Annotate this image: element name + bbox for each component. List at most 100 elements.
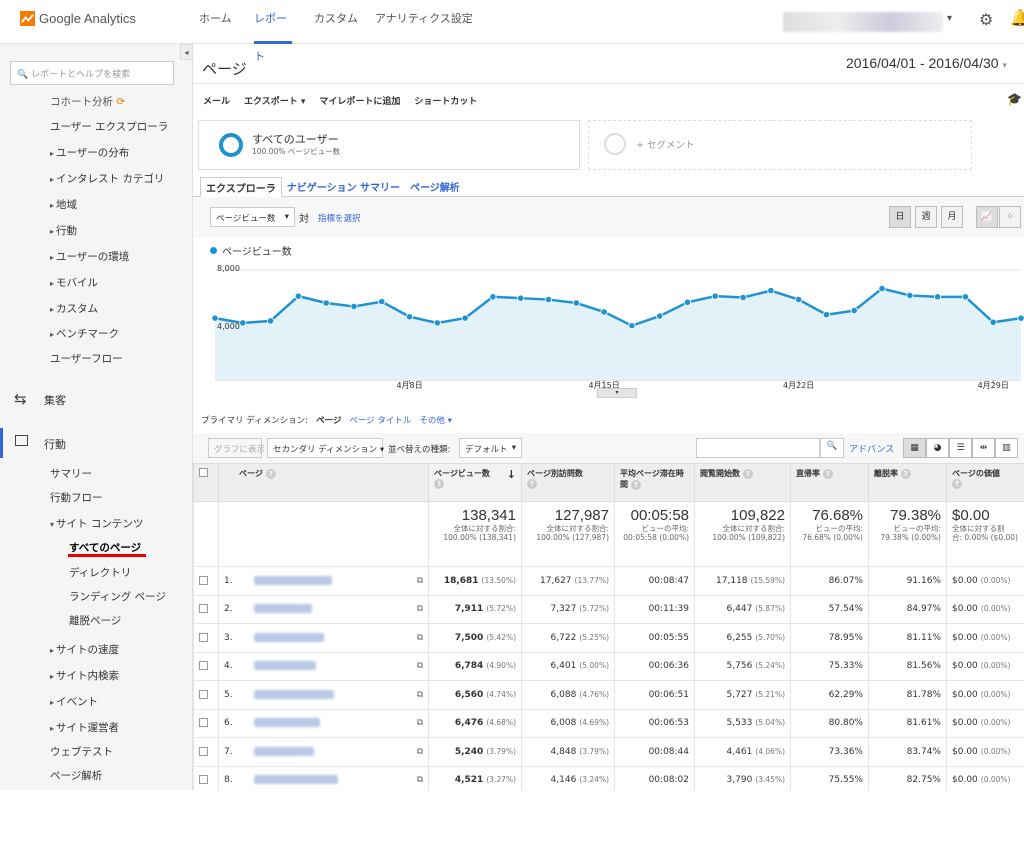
checkbox[interactable] bbox=[199, 775, 208, 785]
row-checkbox-cell[interactable] bbox=[193, 623, 219, 653]
row-checkbox-cell[interactable] bbox=[193, 594, 219, 624]
search-icon[interactable]: 🔍 bbox=[820, 438, 844, 458]
checkbox[interactable] bbox=[199, 689, 208, 699]
shortcut-button[interactable]: ショートカット bbox=[414, 94, 477, 107]
sidebar-item-events[interactable]: イベント bbox=[50, 694, 98, 709]
nav-home[interactable]: ホーム bbox=[199, 0, 232, 44]
account-selector[interactable] bbox=[783, 12, 943, 32]
open-link-icon[interactable]: ⧉ bbox=[417, 690, 423, 700]
open-link-icon[interactable]: ⧉ bbox=[417, 747, 423, 757]
table-view-icon[interactable]: ▦ bbox=[903, 438, 926, 458]
export-button[interactable]: エクスポート ▾ bbox=[244, 94, 305, 107]
gear-icon[interactable]: ⚙ bbox=[979, 10, 993, 29]
sidebar-item-cohort[interactable]: コホート分析 ⟳ bbox=[50, 94, 125, 109]
sidebar-item-technology[interactable]: ユーザーの環境 bbox=[50, 249, 129, 264]
page-cell[interactable]: 2. ⧉ bbox=[218, 594, 429, 624]
sidebar-item-site-speed[interactable]: サイトの速度 bbox=[50, 642, 119, 657]
sidebar-item-site-search[interactable]: サイト内検索 bbox=[50, 668, 119, 683]
blurred-page-path[interactable] bbox=[254, 604, 312, 614]
tab-page-analytics[interactable]: ページ解析 bbox=[405, 177, 465, 197]
table-row[interactable]: 6. ⧉ 6,476 (4.68%) 6,008 (4.69%) 00:06:53 5,533… bbox=[193, 708, 1024, 738]
dimension-page-title[interactable]: ページ タイトル bbox=[349, 414, 411, 426]
row-checkbox-cell[interactable] bbox=[193, 680, 219, 710]
email-button[interactable]: メール bbox=[203, 94, 230, 107]
page-cell[interactable]: 4. ⧉ bbox=[218, 651, 429, 681]
tab-explorer[interactable]: エクスプローラ bbox=[200, 177, 282, 197]
open-link-icon[interactable]: ⧉ bbox=[417, 661, 423, 671]
blurred-page-path[interactable] bbox=[254, 661, 316, 671]
month-button[interactable]: 月 bbox=[941, 206, 963, 228]
page-cell[interactable]: 6. ⧉ bbox=[218, 708, 429, 738]
day-button[interactable]: 日 bbox=[889, 206, 911, 228]
nav-reports[interactable]: レポート bbox=[254, 0, 292, 63]
bar-view-icon[interactable]: ☰ bbox=[949, 438, 972, 458]
table-row[interactable]: 3. ⧉ 7,500 (5.42%) 6,722 (5.25%) 00:05:55 6,255… bbox=[193, 623, 1024, 653]
col-header-page-value[interactable]: ページの価値? bbox=[946, 463, 1024, 502]
motion-chart-icon[interactable]: ⁘ bbox=[999, 206, 1021, 228]
dimension-other[interactable]: その他 ▾ bbox=[419, 414, 451, 426]
sidebar-item-directory[interactable]: ディレクトリ bbox=[69, 565, 131, 580]
open-link-icon[interactable]: ⧉ bbox=[417, 633, 423, 643]
col-header-exit-rate[interactable]: 離脱率 ? bbox=[868, 463, 947, 502]
sidebar-item-site-content[interactable]: サイト コンテンツ bbox=[50, 516, 143, 531]
checkbox[interactable] bbox=[199, 604, 208, 614]
select-all-header[interactable] bbox=[193, 463, 219, 502]
checkbox[interactable] bbox=[199, 746, 208, 756]
sidebar-item-user-explorer[interactable]: ユーザー エクスプローラ bbox=[50, 119, 168, 134]
sidebar-section-behavior[interactable]: 行動 bbox=[44, 436, 66, 452]
col-header-page[interactable]: ページ ? bbox=[218, 463, 429, 502]
line-chart-icon[interactable]: 📈 bbox=[976, 206, 998, 228]
collapse-sidebar-icon[interactable]: ◂ bbox=[180, 44, 193, 60]
page-cell[interactable]: 5. ⧉ bbox=[218, 680, 429, 710]
graduation-cap-icon[interactable]: 🎓 bbox=[1007, 92, 1022, 106]
page-cell[interactable]: 3. ⧉ bbox=[218, 623, 429, 653]
sidebar-item-custom[interactable]: カスタム bbox=[50, 301, 98, 316]
sidebar-item-geo[interactable]: 地域 bbox=[50, 197, 77, 212]
sidebar-item-exit-pages[interactable]: 離脱ページ bbox=[69, 613, 121, 628]
page-cell[interactable]: 1. ⧉ bbox=[218, 566, 429, 596]
row-checkbox-cell[interactable] bbox=[193, 566, 219, 596]
sidebar-item-users-flow[interactable]: ユーザーフロー bbox=[50, 351, 123, 366]
sidebar-item-mobile[interactable]: モバイル bbox=[50, 275, 98, 290]
checkbox[interactable] bbox=[199, 575, 208, 585]
col-header-entrances[interactable]: 閲覧開始数 ? bbox=[694, 463, 791, 502]
blurred-page-path[interactable] bbox=[254, 575, 332, 585]
date-range-picker[interactable]: 2016/04/01 - 2016/04/30 ▾ bbox=[846, 55, 1007, 71]
blurred-page-path[interactable] bbox=[254, 775, 338, 785]
sidebar-item-publisher[interactable]: サイト運営者 bbox=[50, 720, 119, 735]
comparison-view-icon[interactable]: ⇹ bbox=[972, 438, 995, 458]
blurred-page-path[interactable] bbox=[254, 632, 324, 642]
week-button[interactable]: 週 bbox=[915, 206, 937, 228]
blurred-page-path[interactable] bbox=[254, 746, 314, 756]
sidebar-item-interests[interactable]: インタレスト カテゴリ bbox=[50, 171, 164, 186]
plot-rows-button[interactable]: グラフに表示 bbox=[208, 438, 265, 458]
sidebar-item-all-pages[interactable]: すべてのページ bbox=[69, 540, 141, 555]
logo[interactable]: Google Analytics bbox=[20, 11, 136, 26]
dimension-page[interactable]: ページ bbox=[316, 414, 341, 426]
blurred-page-path[interactable] bbox=[254, 689, 334, 699]
sidebar-item-behavior-audience[interactable]: 行動 bbox=[50, 223, 77, 238]
open-link-icon[interactable]: ⧉ bbox=[417, 718, 423, 728]
add-to-dashboard-button[interactable]: マイレポートに追加 bbox=[319, 94, 400, 107]
table-row[interactable]: 7. ⧉ 5,240 (3.79%) 4,848 (3.79%) 00:08:44 4,461… bbox=[193, 737, 1024, 767]
open-link-icon[interactable]: ⧉ bbox=[417, 775, 423, 785]
checkbox[interactable] bbox=[199, 661, 208, 671]
table-row[interactable]: 4. ⧉ 6,784 (4.90%) 6,401 (5.00%) 00:06:36 5,756… bbox=[193, 651, 1024, 681]
sidebar-section-acquisition[interactable]: 集客 bbox=[44, 392, 66, 408]
page-cell[interactable]: 7. ⧉ bbox=[218, 737, 429, 767]
sidebar-item-benchmark[interactable]: ベンチマーク bbox=[50, 326, 119, 341]
metric-dropdown[interactable]: ページビュー数 ▾ bbox=[210, 207, 295, 227]
chevron-down-icon[interactable]: ▾ bbox=[947, 13, 952, 24]
col-header-pageviews[interactable]: ページビュー数 ↓? bbox=[428, 463, 522, 502]
sidebar-item-overview[interactable]: サマリー bbox=[50, 466, 92, 481]
table-row[interactable]: 1. ⧉ 18,681 (13.50%) 17,627 (13.77%) 00:08:47 1… bbox=[193, 566, 1024, 596]
table-row[interactable]: 5. ⧉ 6,560 (4.74%) 6,088 (4.76%) 00:06:51 5,727… bbox=[193, 680, 1024, 710]
nav-custom[interactable]: カスタム bbox=[314, 0, 358, 44]
checkbox[interactable] bbox=[199, 468, 208, 477]
tab-navigation-summary[interactable]: ナビゲーション サマリー bbox=[282, 177, 405, 197]
nav-admin[interactable]: アナリティクス設定 bbox=[375, 0, 473, 44]
col-header-avg-time[interactable]: 平均ページ滞在時間 ? bbox=[614, 463, 695, 502]
row-checkbox-cell[interactable] bbox=[193, 708, 219, 738]
sort-type-dropdown[interactable]: デフォルト ▾ bbox=[459, 438, 522, 458]
bell-icon[interactable]: 🔔 bbox=[1010, 8, 1024, 27]
